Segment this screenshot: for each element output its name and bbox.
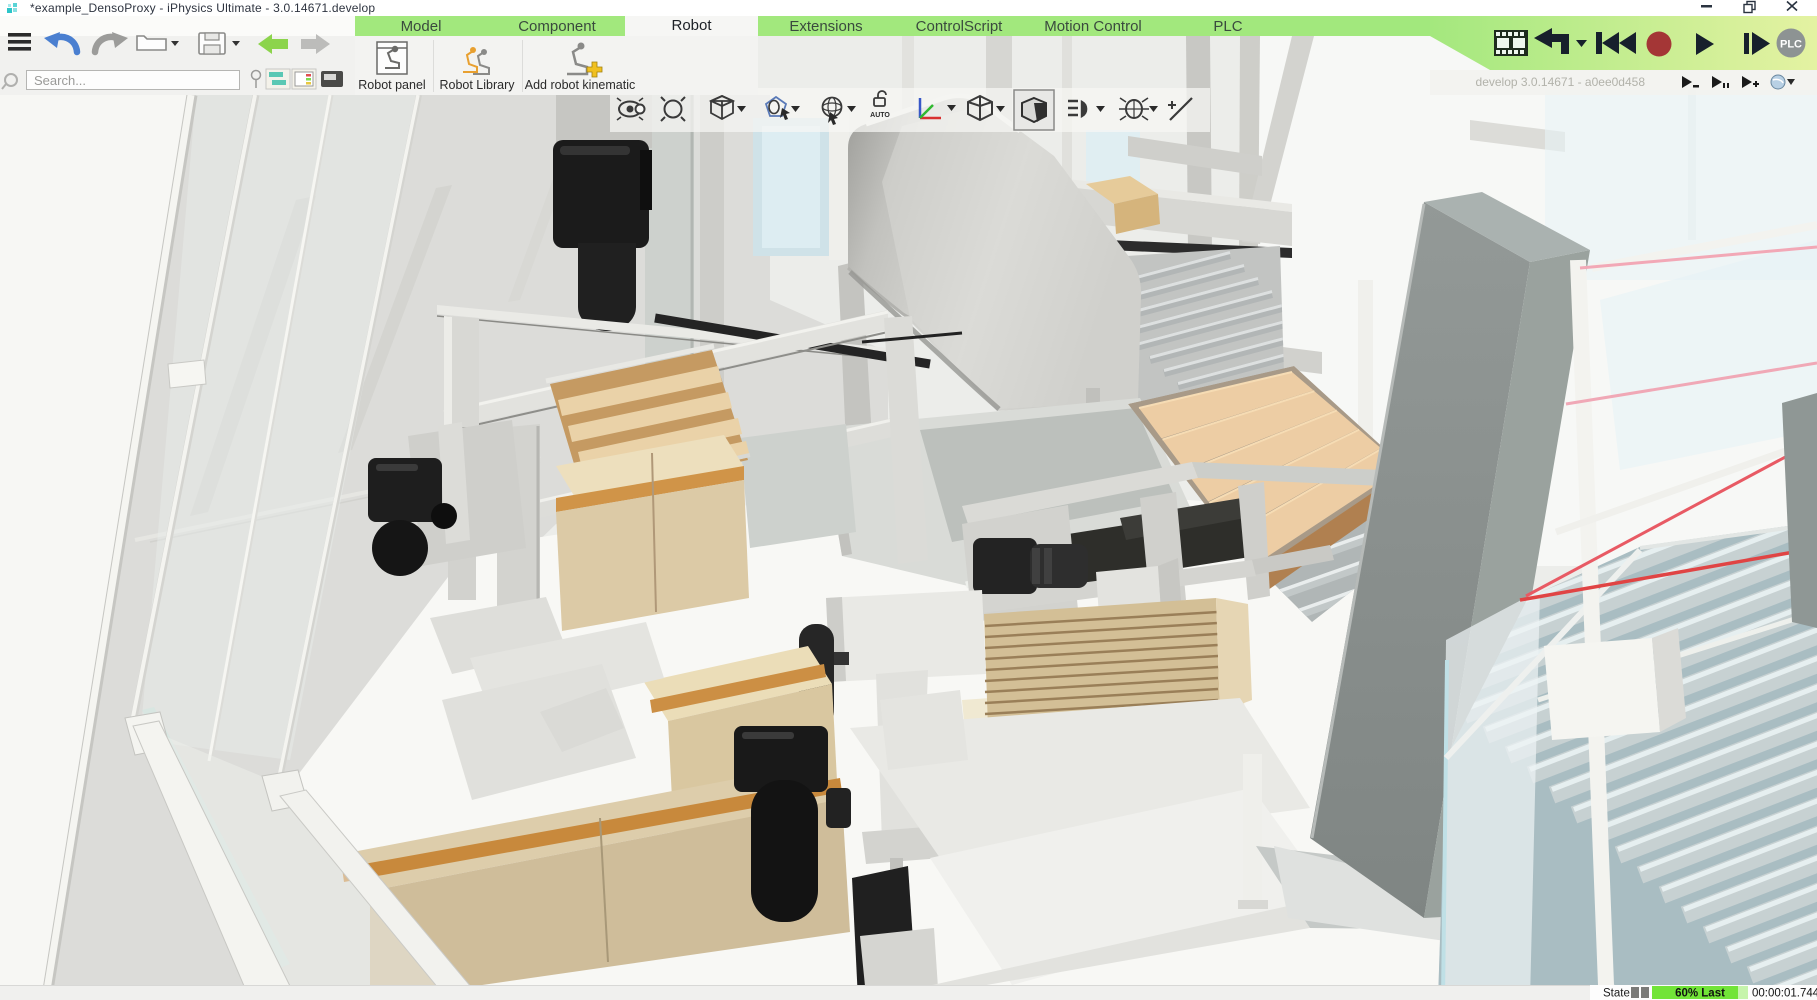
svg-text:develop 3.0.14671 - a0ee0d458: develop 3.0.14671 - a0ee0d458 — [1476, 75, 1646, 89]
svg-text:PLC: PLC — [1780, 39, 1802, 51]
svg-text:AUTO: AUTO — [870, 112, 890, 119]
svg-text:00:00:01.744: 00:00:01.744 — [1752, 988, 1817, 1000]
svg-text:State: State — [1603, 988, 1630, 1000]
svg-text:60% Last: 60% Last — [1675, 988, 1725, 1000]
